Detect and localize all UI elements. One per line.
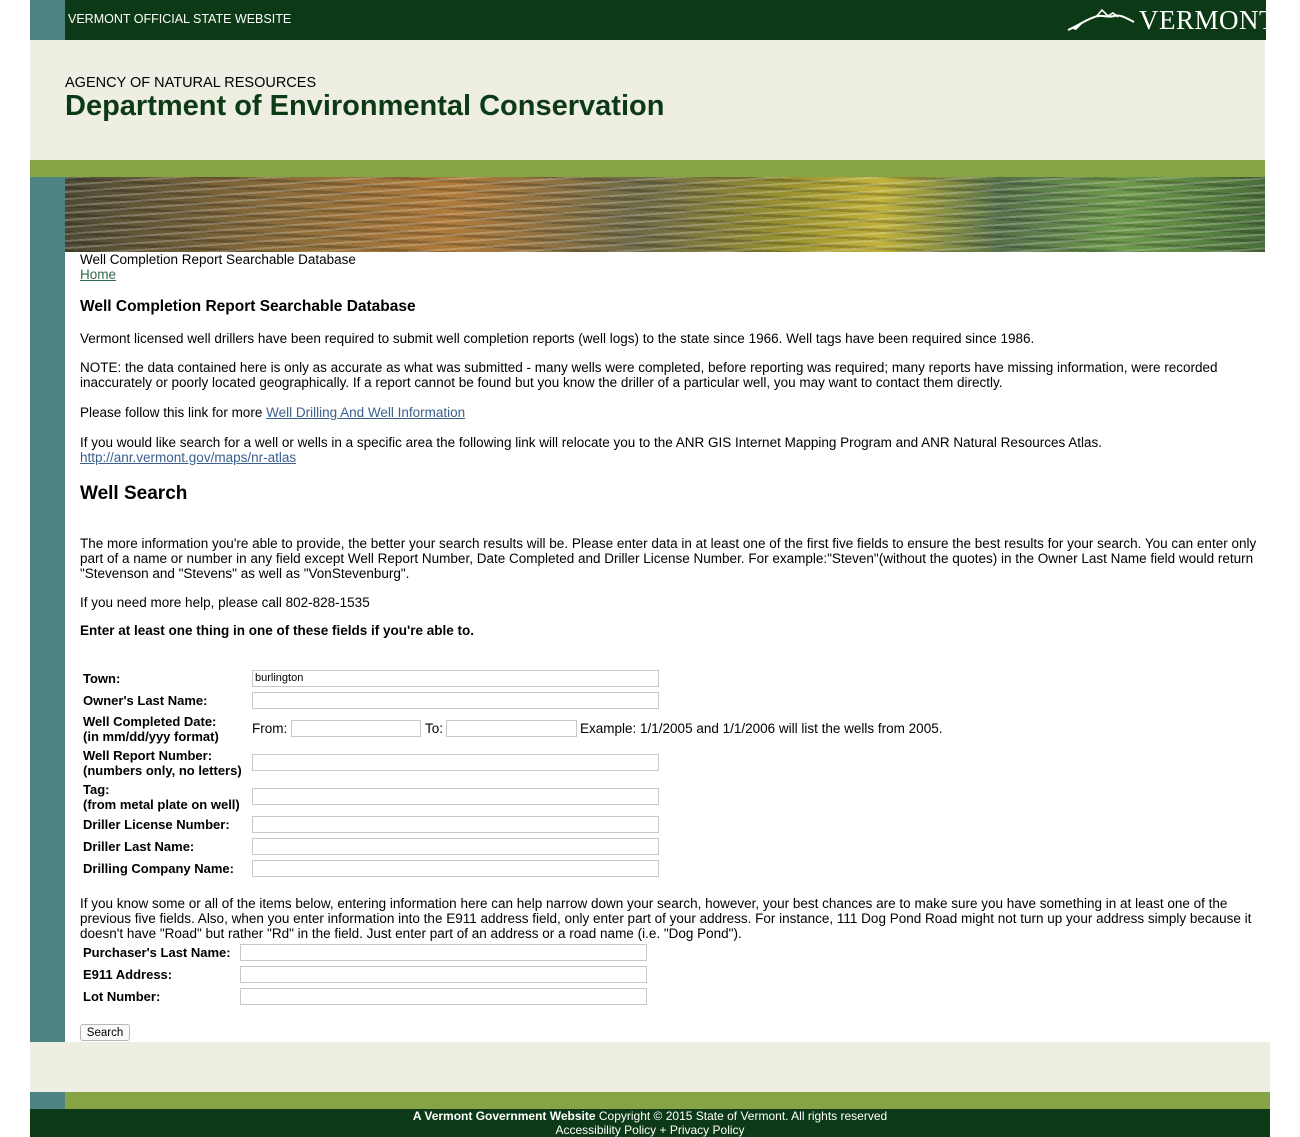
phone-help-text: If you need more help, please call 802-8… bbox=[80, 595, 370, 610]
lot-input[interactable] bbox=[240, 988, 647, 1005]
gov-site-label[interactable]: A Vermont Government Website bbox=[413, 1109, 596, 1123]
report-label-line1: Well Report Number: bbox=[83, 748, 213, 763]
tag-input[interactable] bbox=[252, 788, 659, 805]
town-label: Town: bbox=[83, 671, 121, 686]
report-number-input[interactable] bbox=[252, 754, 659, 771]
owner-input[interactable] bbox=[252, 692, 659, 709]
tag-label: Tag: (from metal plate on well) bbox=[83, 782, 240, 812]
town-input[interactable]: burlington bbox=[252, 670, 659, 687]
from-label: From: bbox=[252, 721, 288, 736]
date-label: Well Completed Date: (in mm/dd/yyy forma… bbox=[83, 714, 219, 744]
license-input[interactable] bbox=[252, 816, 659, 833]
e911-input[interactable] bbox=[240, 966, 647, 983]
department-title[interactable]: Department of Environmental Conservation bbox=[65, 90, 664, 123]
enter-one-text: Enter at least one thing in one of these… bbox=[80, 623, 475, 638]
footer-copyright: A Vermont Government Website Copyright ©… bbox=[30, 1109, 1270, 1123]
top-bar-accent bbox=[30, 0, 65, 40]
owner-label: Owner's Last Name: bbox=[83, 693, 208, 708]
report-label-line2: (numbers only, no letters) bbox=[83, 763, 242, 778]
purchaser-input[interactable] bbox=[240, 944, 647, 961]
area-text: If you would like search for a well or w… bbox=[80, 435, 1102, 450]
date-from-input[interactable] bbox=[291, 720, 421, 737]
license-label: Driller License Number: bbox=[83, 817, 230, 832]
mountain-bird-icon bbox=[1067, 8, 1135, 31]
search-button[interactable]: Search bbox=[80, 1024, 130, 1041]
date-label-line2: (in mm/dd/yyy format) bbox=[83, 729, 219, 744]
water-banner-image bbox=[65, 177, 1265, 252]
agency-name: AGENCY OF NATURAL RESOURCES bbox=[65, 75, 317, 91]
home-link[interactable]: Home bbox=[80, 267, 116, 282]
note-text: NOTE: the data contained here is only as… bbox=[80, 360, 1218, 390]
breadcrumb-title: Well Completion Report Searchable Databa… bbox=[80, 252, 356, 267]
follow-prefix: Please follow this link for more bbox=[80, 405, 267, 420]
green-divider bbox=[30, 160, 1265, 177]
well-drilling-link[interactable]: Well Drilling And Well Information bbox=[266, 405, 465, 420]
date-to-input[interactable] bbox=[446, 720, 577, 737]
footer-accent bbox=[30, 1092, 65, 1109]
company-label: Drilling Company Name: bbox=[83, 861, 234, 876]
date-label-line1: Well Completed Date: bbox=[83, 714, 217, 729]
to-label: To: bbox=[425, 721, 444, 736]
tag-label-line2: (from metal plate on well) bbox=[83, 797, 240, 812]
area-search-text: If you would like search for a well or w… bbox=[80, 435, 1260, 465]
driller-label: Driller Last Name: bbox=[83, 839, 195, 854]
official-site-label[interactable]: VERMONT OFFICIAL STATE WEBSITE bbox=[68, 12, 291, 26]
vermont-logo[interactable]: VERMONT bbox=[1066, 5, 1276, 35]
page-title: Well Completion Report Searchable Databa… bbox=[80, 298, 416, 315]
driller-input[interactable] bbox=[252, 838, 659, 855]
footer-band bbox=[30, 1042, 1270, 1092]
nr-atlas-link[interactable]: http://anr.vermont.gov/maps/nr-atlas bbox=[80, 450, 296, 465]
footer-green-band bbox=[30, 1092, 1270, 1109]
follow-link-text: Please follow this link for more Well Dr… bbox=[80, 405, 1260, 420]
well-search-heading: Well Search bbox=[80, 483, 188, 504]
date-example: Example: 1/1/2005 and 1/1/2006 will list… bbox=[580, 721, 943, 736]
intro-text: Vermont licensed well drillers have been… bbox=[80, 331, 1035, 346]
narrow-help-text: If you know some or all of the items bel… bbox=[80, 896, 1252, 941]
tag-label-line1: Tag: bbox=[83, 782, 110, 797]
copyright-text: Copyright © 2015 State of Vermont. All r… bbox=[595, 1109, 888, 1123]
search-help-text: The more information you're able to prov… bbox=[80, 536, 1257, 581]
breadcrumb: Well Completion Report Searchable Databa… bbox=[80, 252, 1260, 282]
purchaser-label: Purchaser's Last Name: bbox=[83, 945, 231, 960]
vermont-wordmark: VERMONT bbox=[1139, 4, 1276, 35]
left-rail bbox=[30, 177, 65, 1042]
company-input[interactable] bbox=[252, 860, 659, 877]
e911-label: E911 Address: bbox=[83, 967, 173, 982]
report-number-label: Well Report Number: (numbers only, no le… bbox=[83, 748, 242, 778]
footer: A Vermont Government Website Copyright ©… bbox=[30, 1109, 1270, 1137]
lot-label: Lot Number: bbox=[83, 989, 161, 1004]
footer-policies[interactable]: Accessibility Policy + Privacy Policy bbox=[30, 1123, 1270, 1137]
